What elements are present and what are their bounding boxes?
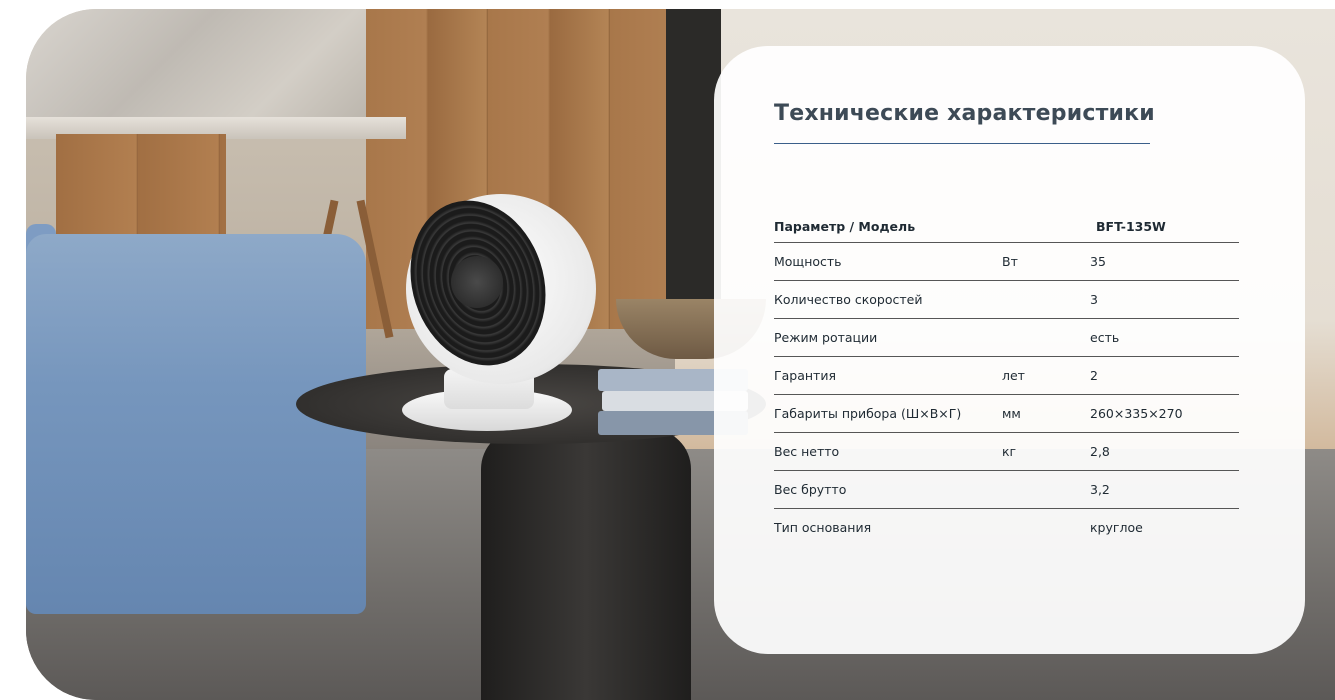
row-unit: мм <box>1002 394 1090 433</box>
row-unit <box>1002 280 1090 319</box>
specs-card: Технические характеристики Параметр / Мо… <box>714 46 1305 654</box>
title-underline <box>774 143 1150 144</box>
table-row: Тип основания круглое <box>774 509 1239 547</box>
row-value: есть <box>1090 318 1239 357</box>
row-param: Гарантия <box>774 356 1002 395</box>
table-row: Количество скоростей 3 <box>774 280 1239 319</box>
row-unit: лет <box>1002 356 1090 395</box>
stone-wall <box>26 9 386 124</box>
table-row: Режим ротации есть <box>774 318 1239 357</box>
dark-post <box>666 9 721 329</box>
row-unit: Вт <box>1002 242 1090 281</box>
row-param: Тип основания <box>774 520 872 535</box>
specs-table: Параметр / Модель BFT-135W Мощность Вт 3… <box>774 210 1239 546</box>
table-header-row: Параметр / Модель BFT-135W <box>774 210 1239 243</box>
row-value: 3,2 <box>1090 470 1239 509</box>
row-unit <box>1002 318 1090 357</box>
card-title: Технические характеристики <box>774 101 1155 126</box>
row-value: 2 <box>1090 356 1239 395</box>
row-param: Вес нетто <box>774 432 1002 471</box>
header-unit <box>1002 210 1090 243</box>
row-param: Режим ротации <box>774 318 1002 357</box>
table-row: Гарантия лет 2 <box>774 356 1239 395</box>
table-row: Вес брутто 3,2 <box>774 470 1239 509</box>
row-param: Габариты прибора (Ш×В×Г) <box>774 394 1002 433</box>
row-value: 3 <box>1090 280 1239 319</box>
row-unit <box>1002 470 1090 509</box>
header-parameter: Параметр / Модель <box>774 210 1002 243</box>
row-param: Мощность <box>774 242 1002 281</box>
table-row: Мощность Вт 35 <box>774 242 1239 281</box>
row-value: 35 <box>1090 242 1239 281</box>
row-param: Вес брутто <box>774 470 1002 509</box>
table-row: Габариты прибора (Ш×В×Г) мм 260×335×270 <box>774 394 1239 433</box>
row-unit <box>1002 509 1090 547</box>
table-row: Вес нетто кг 2,8 <box>774 432 1239 471</box>
row-unit: кг <box>1002 432 1090 471</box>
row-value: 2,8 <box>1090 432 1239 471</box>
row-param: Количество скоростей <box>774 280 1002 319</box>
row-value: круглое <box>1090 520 1143 535</box>
table-base <box>481 429 691 700</box>
row-value: 260×335×270 <box>1090 394 1239 433</box>
header-model: BFT-135W <box>1090 210 1239 243</box>
fan-hub <box>451 256 503 308</box>
sofa <box>26 234 366 614</box>
